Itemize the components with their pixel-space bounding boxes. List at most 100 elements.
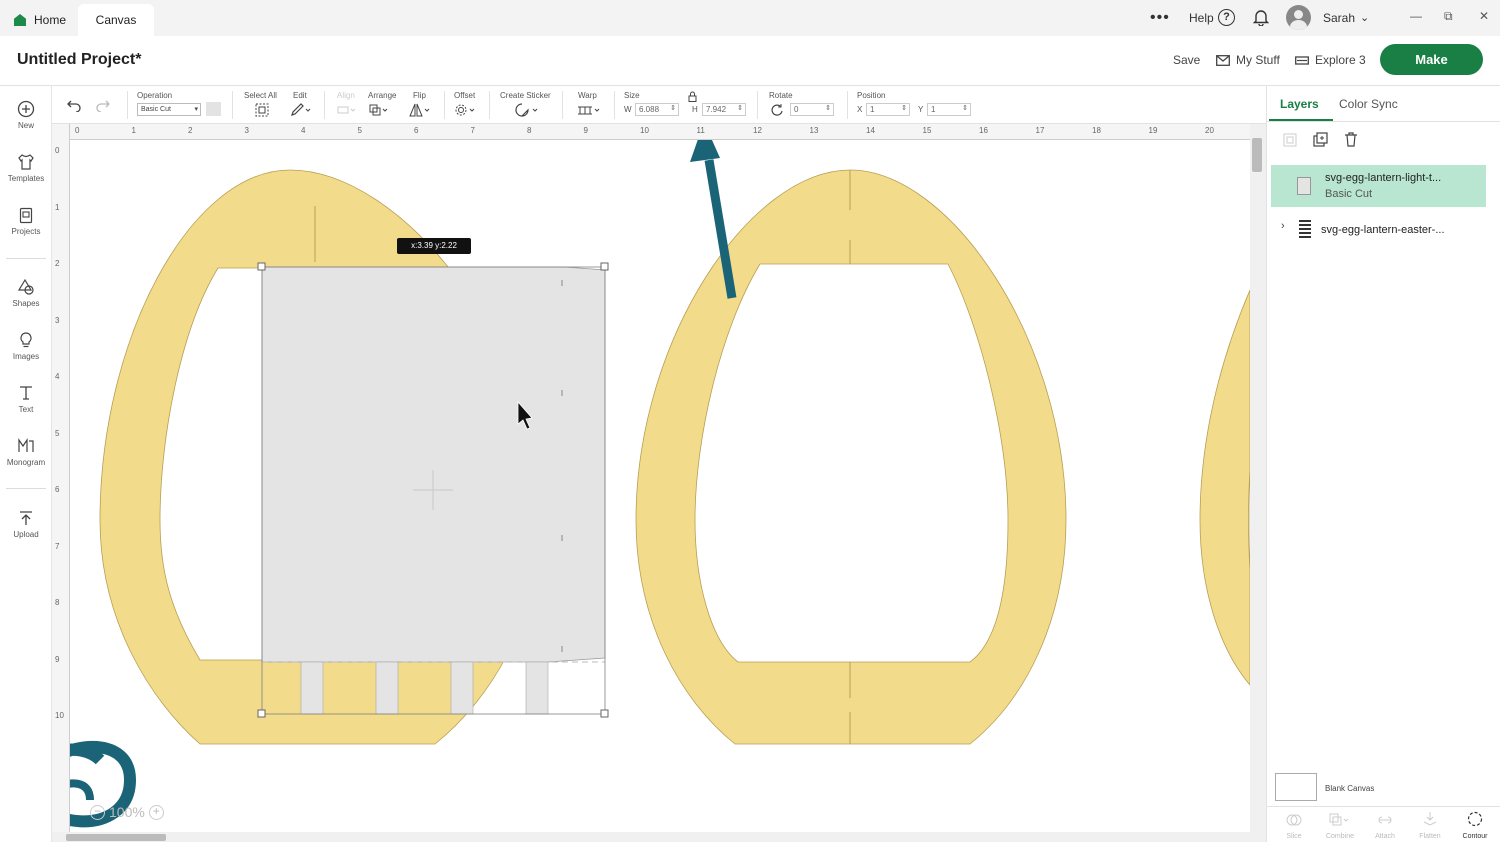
flip-icon[interactable] bbox=[409, 103, 431, 117]
bell-icon[interactable] bbox=[1253, 9, 1269, 26]
offset-icon[interactable] bbox=[454, 103, 476, 117]
stepper-icon[interactable]: ⇕ bbox=[670, 103, 676, 114]
sticker-icon[interactable] bbox=[514, 103, 540, 117]
ruler-tick-label: 18 bbox=[1092, 126, 1101, 135]
ruler-tick-label: 20 bbox=[1205, 126, 1214, 135]
chevron-down-icon[interactable]: ⌄ bbox=[1360, 11, 1369, 24]
chevron-right-icon[interactable]: › bbox=[1281, 220, 1285, 232]
my-stuff-button[interactable]: My Stuff bbox=[1216, 53, 1280, 67]
ruler-tick-label: 9 bbox=[583, 126, 588, 135]
horizontal-scrollbar[interactable] bbox=[52, 832, 1250, 842]
tab-color-sync[interactable]: Color Sync bbox=[1339, 97, 1398, 111]
user-name[interactable]: Sarah bbox=[1323, 11, 1355, 25]
more-menu-button[interactable]: ••• bbox=[1150, 9, 1170, 27]
sidebar-item-projects[interactable]: Projects bbox=[0, 206, 52, 236]
zoom-out-button[interactable]: − bbox=[90, 804, 105, 820]
width-label: W bbox=[624, 105, 632, 114]
tab-home-label: Home bbox=[34, 13, 67, 27]
explore-label: Explore 3 bbox=[1315, 53, 1366, 67]
toolbar-divider bbox=[489, 91, 490, 119]
operation-color-swatch[interactable] bbox=[206, 102, 221, 116]
help-link[interactable]: Help bbox=[1189, 11, 1214, 25]
select-all-icon[interactable] bbox=[254, 103, 270, 117]
sidebar-item-monogram[interactable]: Monogram bbox=[0, 437, 52, 467]
stepper-icon[interactable]: ⇕ bbox=[962, 103, 968, 114]
help-icon[interactable]: ? bbox=[1218, 9, 1235, 26]
explore-button[interactable]: Explore 3 bbox=[1295, 53, 1366, 67]
ruler-tick-label: 17 bbox=[1035, 126, 1045, 135]
trash-icon[interactable] bbox=[1344, 132, 1358, 147]
warp-icon[interactable] bbox=[576, 103, 602, 117]
stepper-icon[interactable]: ⇕ bbox=[737, 103, 743, 114]
select-all-label: Select All bbox=[244, 91, 277, 100]
panel-divider bbox=[1267, 121, 1500, 122]
ruler-tick-label: 7 bbox=[55, 541, 60, 551]
sidebar-item-label: Shapes bbox=[12, 299, 40, 308]
layer-tools-bar: Slice Combine Attach Flatten Contour bbox=[1267, 806, 1500, 842]
save-button[interactable]: Save bbox=[1173, 53, 1200, 67]
arrange-icon[interactable] bbox=[368, 103, 390, 117]
design-canvas[interactable] bbox=[70, 140, 1250, 832]
vertical-scroll-thumb[interactable] bbox=[1252, 138, 1262, 172]
vertical-scrollbar[interactable] bbox=[1250, 124, 1266, 842]
toolbar-divider bbox=[232, 91, 233, 119]
ruler-tick-label: 2 bbox=[188, 126, 193, 135]
zoom-in-button[interactable]: + bbox=[148, 804, 164, 820]
layer-group-thumbnail bbox=[1299, 220, 1311, 238]
minimize-button[interactable]: — bbox=[1410, 9, 1422, 23]
lock-icon[interactable] bbox=[688, 91, 697, 102]
operation-select[interactable]: Basic Cut ▾ bbox=[137, 103, 201, 116]
ruler-tick-label: 15 bbox=[922, 126, 932, 135]
contour-button[interactable]: Contour bbox=[1455, 833, 1495, 840]
restore-button[interactable]: ⧉ bbox=[1444, 9, 1453, 24]
position-x-input[interactable]: 1 ⇕ bbox=[866, 103, 910, 116]
layer-item-group[interactable]: › svg-egg-lantern-easter-... bbox=[1271, 218, 1486, 242]
stepper-icon[interactable]: ⇕ bbox=[901, 103, 907, 114]
selected-layer-shape[interactable] bbox=[257, 262, 609, 718]
ruler-tick-label: 6 bbox=[55, 485, 60, 494]
toolbar-divider bbox=[444, 91, 445, 119]
layer-item-selected[interactable]: svg-egg-lantern-light-t... Basic Cut bbox=[1271, 165, 1486, 207]
slice-button[interactable]: Slice bbox=[1274, 833, 1314, 840]
combine-button[interactable]: Combine bbox=[1320, 833, 1360, 840]
home-icon bbox=[14, 14, 26, 26]
ruler-tick-label: 3 bbox=[244, 126, 249, 135]
height-input[interactable]: 7.942 ⇕ bbox=[702, 103, 746, 116]
project-title[interactable]: Untitled Project* bbox=[17, 51, 141, 69]
sidebar-item-shapes[interactable]: Shapes bbox=[0, 278, 52, 308]
width-input[interactable]: 6.088 ⇕ bbox=[635, 103, 679, 116]
close-button[interactable]: ✕ bbox=[1479, 9, 1489, 23]
egg-lantern-right[interactable] bbox=[635, 169, 1067, 745]
sidebar-item-new[interactable]: New bbox=[0, 100, 52, 130]
sidebar-divider bbox=[6, 488, 46, 489]
position-y-value: 1 bbox=[931, 105, 936, 114]
egg-lantern-partial[interactable] bbox=[1199, 289, 1250, 686]
rotate-input[interactable]: 0 ⇕ bbox=[790, 103, 834, 116]
undo-icon[interactable] bbox=[66, 98, 82, 112]
tab-layers[interactable]: Layers bbox=[1280, 97, 1319, 111]
duplicate-icon[interactable] bbox=[1313, 132, 1328, 147]
tab-canvas[interactable]: Canvas bbox=[78, 4, 154, 36]
pencil-icon[interactable] bbox=[290, 103, 312, 117]
attach-button[interactable]: Attach bbox=[1365, 833, 1405, 840]
offset-label: Offset bbox=[454, 91, 476, 100]
sidebar-item-upload[interactable]: Upload bbox=[0, 509, 52, 539]
sidebar-item-images[interactable]: Images bbox=[0, 331, 52, 361]
stepper-icon[interactable]: ⇕ bbox=[825, 103, 831, 114]
redo-icon[interactable] bbox=[95, 98, 111, 112]
blank-canvas-swatch[interactable] bbox=[1275, 773, 1317, 801]
flatten-icon bbox=[1423, 812, 1437, 826]
tab-home[interactable]: Home bbox=[8, 4, 78, 36]
ruler-tick-label: 12 bbox=[753, 126, 762, 135]
sidebar-item-text[interactable]: Text bbox=[0, 384, 52, 414]
flatten-button[interactable]: Flatten bbox=[1410, 833, 1450, 840]
sidebar-item-templates[interactable]: Templates bbox=[0, 153, 52, 183]
position-y-input[interactable]: 1 ⇕ bbox=[927, 103, 971, 116]
make-button[interactable]: Make bbox=[1380, 44, 1483, 75]
avatar[interactable] bbox=[1286, 5, 1311, 30]
slice-icon bbox=[1286, 814, 1302, 826]
left-sidebar: New Templates Projects Shapes Images Tex… bbox=[0, 86, 52, 842]
horizontal-scroll-thumb[interactable] bbox=[66, 834, 166, 841]
size-label: Size bbox=[624, 91, 640, 100]
tab-canvas-label: Canvas bbox=[95, 13, 137, 27]
